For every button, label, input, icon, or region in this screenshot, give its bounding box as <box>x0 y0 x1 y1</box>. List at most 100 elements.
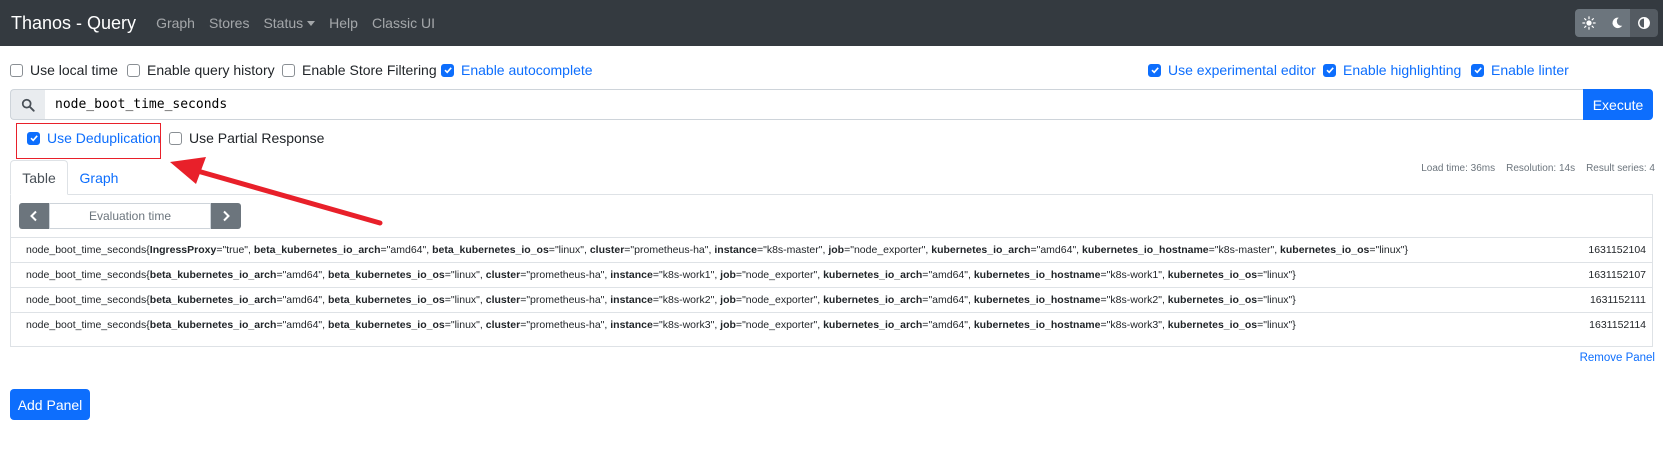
label-value: "k8s-work1" <box>659 269 715 281</box>
label-value: "amd64" <box>282 294 323 306</box>
label-key: beta_kubernetes_io_arch <box>253 244 381 256</box>
label-value: "node_exporter" <box>850 244 926 256</box>
label-value: "k8s-master" <box>1214 244 1275 256</box>
browser-theme-button[interactable] <box>1630 9 1658 37</box>
label-key: kubernetes_io_hostname <box>1082 244 1209 256</box>
use-partial-response-option[interactable]: Use Partial Response <box>169 128 324 148</box>
label-value: "linux" <box>1263 294 1293 306</box>
label-key: beta_kubernetes_io_os <box>327 319 445 331</box>
label-key: instance <box>714 244 757 256</box>
label-key: beta_kubernetes_io_os <box>327 294 445 306</box>
check-icon <box>29 135 38 142</box>
enable-autocomplete-checkbox[interactable] <box>441 63 454 77</box>
label-key: job <box>720 319 736 331</box>
enable-highlighting-checkbox[interactable] <box>1323 63 1336 77</box>
label-key: cluster <box>485 294 521 306</box>
remove-panel-link[interactable]: Remove Panel <box>1580 352 1655 364</box>
label-key: kubernetes_io_os <box>1280 244 1370 256</box>
label-key: kubernetes_io_arch <box>823 269 923 281</box>
label-value: "linux" <box>554 244 584 256</box>
check-icon <box>1150 67 1159 74</box>
add-panel-button[interactable]: Add Panel <box>10 389 90 420</box>
query-expression-input[interactable]: node_boot_time_seconds <box>45 89 1583 120</box>
label-value: "true" <box>222 244 249 256</box>
label-key: beta_kubernetes_io_os <box>327 269 445 281</box>
series-labels: node_boot_time_seconds{beta_kubernetes_i… <box>26 269 1296 281</box>
series-value: 1631152111 <box>1589 294 1646 306</box>
label-key: instance <box>610 319 653 331</box>
check-icon <box>443 67 452 74</box>
nav-link-classic-ui[interactable]: Classic UI <box>372 15 435 31</box>
label-value: "linux" <box>450 319 480 331</box>
use-experimental-editor-option[interactable]: Use experimental editor <box>1148 60 1316 80</box>
nav-link-status[interactable]: Status <box>263 15 316 31</box>
series-labels: node_boot_time_seconds{IngressProxy="tru… <box>26 244 1409 256</box>
label-key: cluster <box>589 244 625 256</box>
enable-linter-option[interactable]: Enable linter <box>1471 60 1569 80</box>
label-value: "linux" <box>1375 244 1405 256</box>
label-value: "amd64" <box>928 269 968 281</box>
brand-title[interactable]: Thanos - Query <box>11 13 136 34</box>
chevron-left-icon <box>30 210 37 222</box>
label-key: kubernetes_io_arch <box>823 294 923 306</box>
metric-name: node_boot_time_seconds <box>26 319 147 331</box>
label-key: cluster <box>485 319 521 331</box>
eval-prev-button[interactable] <box>19 203 49 229</box>
use-experimental-editor-label: Use experimental editor <box>1168 62 1316 78</box>
evaluation-time-input[interactable]: Evaluation time <box>49 203 211 229</box>
label-value: "linux" <box>1263 269 1293 281</box>
metric-name: node_boot_time_seconds <box>26 269 147 281</box>
label-key: kubernetes_io_os <box>1167 269 1258 281</box>
label-value: "prometheus-ha" <box>526 319 605 331</box>
enable-query-history-option[interactable]: Enable query history <box>127 60 275 80</box>
results-table: node_boot_time_seconds{IngressProxy="tru… <box>11 237 1652 337</box>
series-value: 1631152104 <box>1588 244 1646 256</box>
label-key: beta_kubernetes_io_arch <box>149 269 277 281</box>
query-bar: node_boot_time_seconds Execute <box>10 89 1653 120</box>
metric-name: node_boot_time_seconds <box>26 294 147 306</box>
nav-link-graph[interactable]: Graph <box>156 15 195 31</box>
dark-theme-button[interactable] <box>1602 9 1631 37</box>
chevron-right-icon <box>223 210 230 222</box>
label-value: "k8s-work3" <box>659 319 715 331</box>
use-local-time-checkbox[interactable] <box>10 63 23 77</box>
tab-table[interactable]: Table <box>10 160 68 195</box>
query-panel: Table Graph Evaluation time node_boot_ti… <box>10 160 1653 347</box>
enable-highlighting-option[interactable]: Enable highlighting <box>1323 60 1461 80</box>
use-partial-response-checkbox[interactable] <box>169 131 182 145</box>
metric-name: node_boot_time_seconds <box>26 244 147 256</box>
use-local-time-option[interactable]: Use local time <box>10 60 118 80</box>
top-navbar: Thanos - Query Graph Stores Status Help … <box>0 0 1663 46</box>
tab-graph[interactable]: Graph <box>68 160 130 195</box>
use-local-time-label: Use local time <box>30 62 118 78</box>
label-value: "linux" <box>450 269 480 281</box>
table-tab-content: Evaluation time node_boot_time_seconds{I… <box>10 194 1653 347</box>
enable-query-history-label: Enable query history <box>147 62 275 78</box>
enable-store-filtering-option[interactable]: Enable Store Filtering <box>282 60 437 80</box>
label-value: "k8s-work1" <box>1106 269 1162 281</box>
label-value: "k8s-work2" <box>659 294 715 306</box>
table-row: node_boot_time_seconds{beta_kubernetes_i… <box>11 262 1652 287</box>
execute-button[interactable]: Execute <box>1583 89 1653 120</box>
enable-linter-checkbox[interactable] <box>1471 63 1484 77</box>
label-key: cluster <box>485 269 521 281</box>
label-value: "k8s-master" <box>763 244 823 256</box>
use-deduplication-option[interactable]: Use Deduplication <box>27 128 161 148</box>
enable-query-history-checkbox[interactable] <box>127 63 140 77</box>
enable-linter-label: Enable linter <box>1491 62 1569 78</box>
use-experimental-editor-checkbox[interactable] <box>1148 63 1161 77</box>
eval-next-button[interactable] <box>211 203 241 229</box>
use-deduplication-checkbox[interactable] <box>27 131 40 145</box>
label-value: "amd64" <box>928 294 968 306</box>
nav-link-stores[interactable]: Stores <box>209 15 249 31</box>
use-deduplication-label: Use Deduplication <box>47 130 161 146</box>
light-theme-button[interactable] <box>1575 9 1603 37</box>
enable-autocomplete-option[interactable]: Enable autocomplete <box>441 60 593 80</box>
label-value: "amd64" <box>928 319 968 331</box>
label-value: "prometheus-ha" <box>526 294 605 306</box>
label-key: kubernetes_io_hostname <box>973 294 1101 306</box>
label-value: "k8s-work2" <box>1106 294 1162 306</box>
label-key: kubernetes_io_hostname <box>973 269 1101 281</box>
nav-link-help[interactable]: Help <box>329 15 358 31</box>
enable-store-filtering-checkbox[interactable] <box>282 63 295 77</box>
